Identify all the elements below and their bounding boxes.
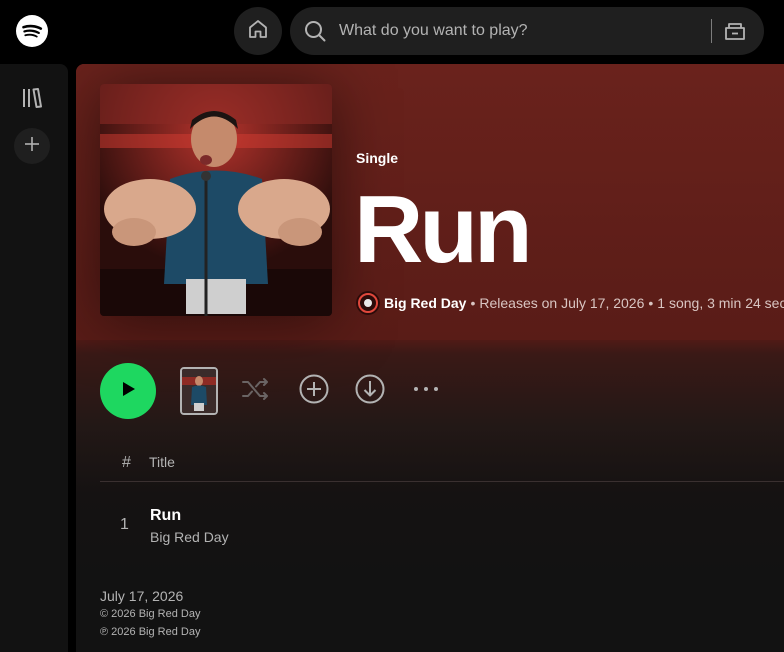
create-playlist-button[interactable] [14, 128, 50, 164]
search-icon[interactable] [303, 19, 327, 43]
search-input[interactable]: What do you want to play? [339, 22, 528, 40]
track-artist[interactable]: Big Red Day [150, 529, 229, 545]
browse-icon[interactable] [723, 19, 747, 43]
copyright-text: © 2026 Big Red Day [100, 608, 201, 620]
add-circle-icon [298, 373, 330, 410]
album-summary: 1 song, 3 min 24 sec [657, 295, 784, 311]
play-button[interactable] [100, 363, 156, 419]
album-type-label: Single [356, 150, 399, 166]
download-button[interactable] [354, 373, 386, 410]
spotify-logo-icon[interactable] [16, 15, 48, 47]
track-number: 1 [120, 516, 129, 533]
artist-link[interactable]: Big Red Day [384, 295, 466, 311]
library-button[interactable] [18, 86, 46, 114]
column-title-header[interactable]: Title [149, 454, 175, 470]
main-content: Single Run Big Red Day • Releases on Jul… [76, 64, 784, 652]
download-icon [354, 373, 386, 410]
library-icon [20, 86, 44, 115]
search-divider [711, 19, 712, 43]
home-button[interactable] [234, 7, 282, 55]
release-date: July 17, 2026 [100, 588, 184, 604]
search-bar[interactable]: What do you want to play? [290, 7, 764, 55]
release-info: Releases on July 17, 2026 [479, 295, 645, 311]
plus-icon [24, 136, 40, 157]
album-meta: Big Red Day • Releases on July 17, 2026 … [356, 291, 784, 315]
preview-thumbnail[interactable] [180, 367, 218, 415]
top-bar: What do you want to play? [0, 0, 784, 64]
phonographic-copyright-text: ℗ 2026 Big Red Day [100, 626, 201, 638]
track-title[interactable]: Run [150, 507, 181, 525]
artist-avatar[interactable] [356, 291, 380, 315]
shuffle-icon [240, 373, 272, 410]
album-title: Run [354, 176, 533, 283]
column-number-header: # [122, 454, 131, 471]
table-row[interactable]: 1 Run Big Red Day [100, 494, 784, 550]
home-icon [246, 17, 270, 46]
more-options-button[interactable] [410, 375, 442, 407]
more-icon [410, 373, 442, 410]
tracklist-header: # Title [100, 446, 784, 482]
meta-separator: • [648, 295, 654, 311]
sidebar [0, 64, 68, 652]
meta-separator: • [470, 295, 476, 311]
shuffle-button[interactable] [240, 375, 272, 407]
add-to-library-button[interactable] [298, 373, 330, 410]
album-cover[interactable] [100, 84, 332, 316]
play-icon [118, 379, 138, 404]
